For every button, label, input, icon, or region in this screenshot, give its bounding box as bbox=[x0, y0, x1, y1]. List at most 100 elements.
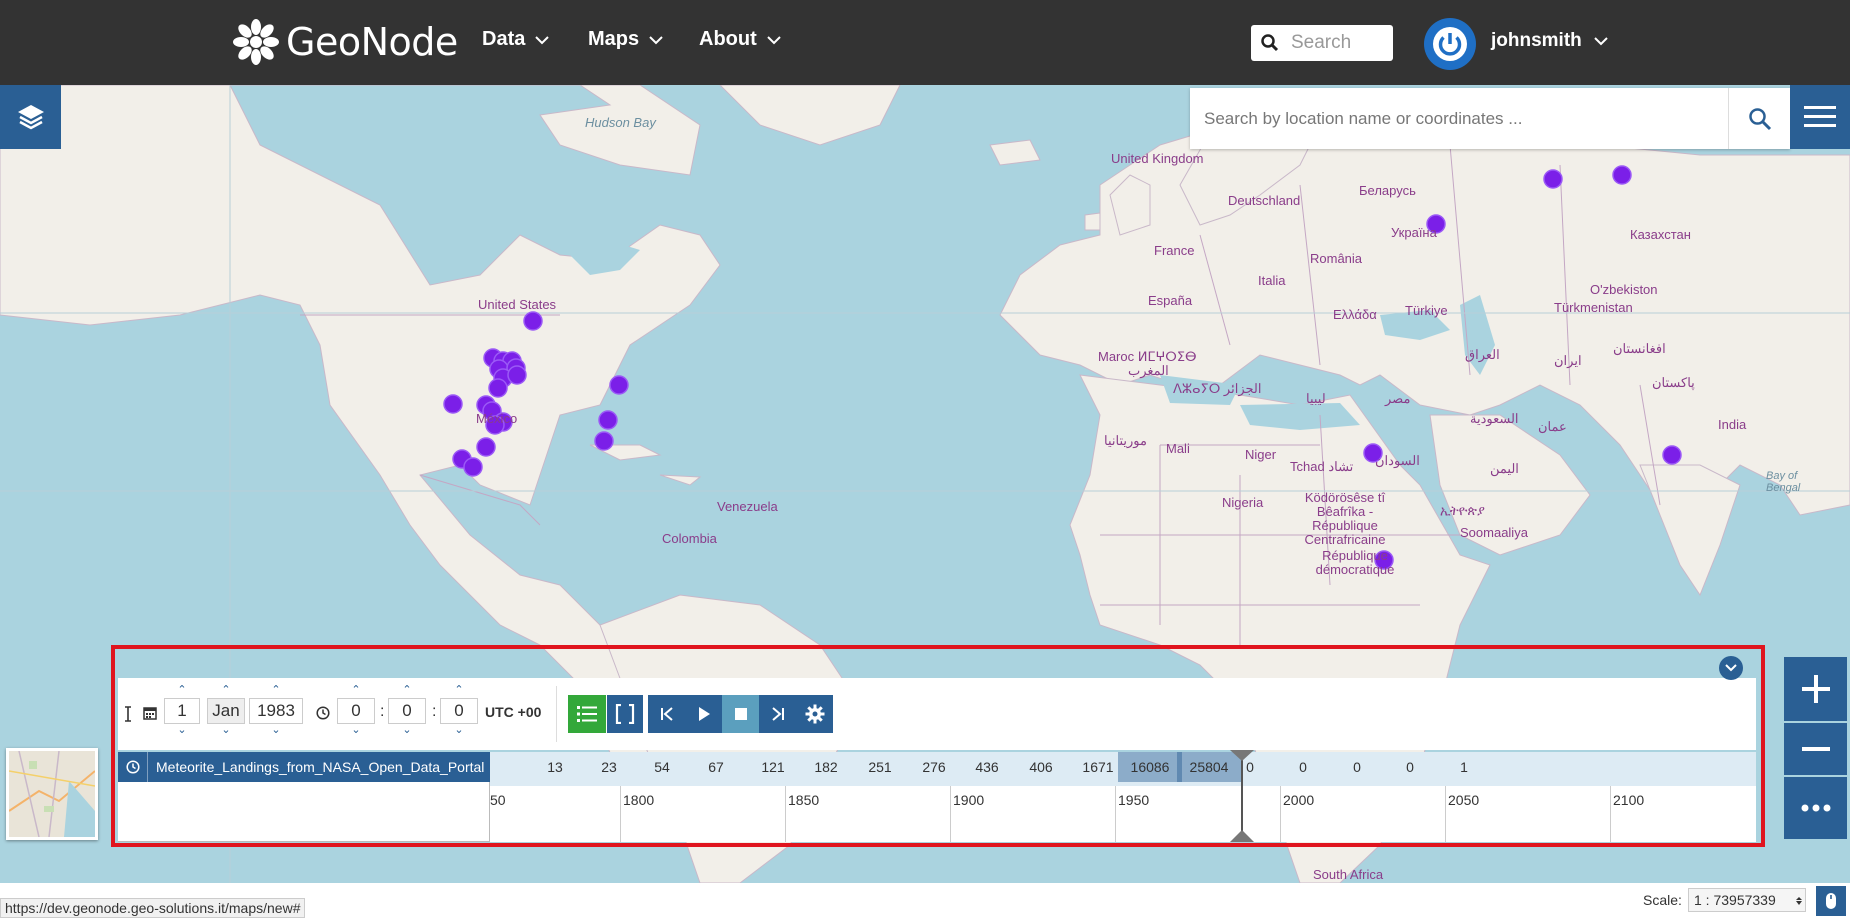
layers-icon bbox=[17, 105, 44, 130]
chevron-down-icon bbox=[649, 35, 663, 44]
axis-tick-label: 1800 bbox=[623, 792, 655, 808]
map-label-venezuela: Venezuela bbox=[717, 499, 778, 514]
collapse-timeline-button[interactable] bbox=[1719, 656, 1743, 680]
geonode-logo[interactable]: GeoNode bbox=[232, 14, 458, 70]
map-label-bay-of-bengal: Bay of Bengal bbox=[1766, 470, 1801, 494]
minutes-stepper: ⌃ 0 ⌄ bbox=[388, 684, 426, 738]
location-search-button[interactable] bbox=[1728, 88, 1790, 149]
timeline-toolbar: ⌃ 1 ⌄ ⌃ Jan ⌄ ⌃ 1983 ⌄ ⌃ 0 ⌄ : ⌃ 0 ⌄ : ⌃… bbox=[118, 678, 1756, 750]
hours-up-arrow[interactable]: ⌃ bbox=[351, 684, 360, 698]
map-label-italia: Italia bbox=[1258, 273, 1286, 288]
month-down-arrow[interactable]: ⌄ bbox=[221, 724, 230, 738]
minutes-up-arrow[interactable]: ⌃ bbox=[402, 684, 411, 698]
cursor-bottom-handle[interactable] bbox=[1230, 830, 1254, 842]
seconds-field[interactable]: 0 bbox=[440, 698, 478, 724]
map-label-mexico: México bbox=[476, 411, 518, 426]
scale-label: Scale: bbox=[1643, 892, 1682, 908]
map-label-uzbekistan: O'zbekiston bbox=[1590, 282, 1658, 297]
map-label-algerie: ⴷⵣⴰⵢⵔ الجزائر bbox=[1173, 381, 1262, 396]
scale-select[interactable]: 1 : 73957339 bbox=[1688, 888, 1806, 912]
hamburger-icon bbox=[1804, 106, 1836, 127]
zoom-in-button[interactable] bbox=[1784, 657, 1847, 721]
map-label-turkmenistan: Türkmenistan bbox=[1554, 300, 1633, 315]
nav-about-label: About bbox=[699, 28, 757, 50]
overview-minimap[interactable] bbox=[6, 748, 98, 840]
time-separator: : bbox=[380, 703, 385, 720]
map-label-kazakhstan: Казахстан bbox=[1630, 227, 1691, 242]
nav-data-menu[interactable]: Data bbox=[482, 28, 550, 51]
layers-toggle-button[interactable] bbox=[0, 85, 61, 149]
timeline-layer-row[interactable]: Meteorite_Landings_from_NASA_Open_Data_P… bbox=[118, 752, 490, 782]
map-label-ethiopia: ኢትዮጵያ bbox=[1440, 503, 1485, 518]
playback-settings-button[interactable] bbox=[796, 695, 833, 733]
zoom-out-button[interactable] bbox=[1784, 723, 1847, 775]
timeline-axis[interactable]: 50 1800 1850 1900 1950 2000 2050 2100 bbox=[490, 786, 1756, 842]
map-label-libya: ليبيا bbox=[1306, 391, 1326, 406]
step-forward-button[interactable] bbox=[759, 695, 796, 733]
navbar-search-input[interactable]: Search bbox=[1251, 25, 1393, 61]
nav-about-menu[interactable]: About bbox=[699, 28, 781, 51]
seconds-stepper: ⌃ 0 ⌄ bbox=[440, 684, 478, 738]
more-options-button[interactable] bbox=[1784, 777, 1847, 839]
month-field[interactable]: Jan bbox=[207, 698, 245, 724]
seconds-down-arrow[interactable]: ⌄ bbox=[454, 724, 463, 738]
minutes-field[interactable]: 0 bbox=[388, 698, 426, 724]
timeline-body: Meteorite_Landings_from_NASA_Open_Data_P… bbox=[118, 752, 1756, 842]
seconds-up-arrow[interactable]: ⌃ bbox=[454, 684, 463, 698]
minus-icon bbox=[1801, 747, 1830, 751]
mouse-icon bbox=[1826, 893, 1836, 909]
day-field[interactable]: 1 bbox=[164, 698, 200, 724]
user-avatar[interactable] bbox=[1424, 18, 1476, 70]
year-up-arrow[interactable]: ⌃ bbox=[271, 684, 280, 698]
map-label-india: India bbox=[1718, 417, 1747, 432]
month-up-arrow[interactable]: ⌃ bbox=[221, 684, 230, 698]
map-label-sudan: السودان bbox=[1375, 453, 1420, 468]
day-up-arrow[interactable]: ⌃ bbox=[177, 684, 186, 698]
day-down-arrow[interactable]: ⌄ bbox=[177, 724, 186, 738]
year-field[interactable]: 1983 bbox=[249, 698, 303, 724]
play-button[interactable] bbox=[685, 695, 722, 733]
user-menu[interactable]: johnsmith bbox=[1491, 30, 1608, 52]
histogram-count: 67 bbox=[708, 759, 724, 775]
map-label-afghanistan: افغانستان bbox=[1613, 341, 1666, 356]
navbar-search-placeholder: Search bbox=[1291, 32, 1352, 53]
time-separator: : bbox=[432, 703, 437, 720]
burger-menu-button[interactable] bbox=[1790, 85, 1850, 149]
range-selection-button[interactable] bbox=[607, 695, 643, 733]
map-label-maghreb: المغرب bbox=[1128, 363, 1169, 378]
chevron-down-icon bbox=[1725, 664, 1737, 672]
text-cursor-icon bbox=[125, 706, 131, 722]
cursor-top-handle[interactable] bbox=[1230, 750, 1254, 762]
step-forward-icon bbox=[771, 707, 784, 721]
map-label-united-states: United States bbox=[478, 297, 557, 312]
time-layer-icon-cell bbox=[118, 752, 148, 782]
stop-button[interactable] bbox=[722, 695, 759, 733]
nav-data-label: Data bbox=[482, 28, 526, 50]
axis-tick-label: 2050 bbox=[1448, 792, 1480, 808]
nav-maps-menu[interactable]: Maps bbox=[588, 28, 663, 51]
search-icon bbox=[1261, 34, 1279, 52]
calendar-icon bbox=[143, 707, 157, 720]
year-down-arrow[interactable]: ⌄ bbox=[271, 724, 280, 738]
toggle-layer-list-button[interactable] bbox=[568, 695, 606, 733]
axis-tick bbox=[620, 786, 621, 842]
map-label-espana: España bbox=[1148, 293, 1193, 308]
timezone-label: UTC +00 bbox=[485, 704, 542, 720]
current-time-cursor[interactable] bbox=[1241, 752, 1243, 842]
location-search-input[interactable] bbox=[1204, 106, 1724, 132]
axis-tick-label: 50 bbox=[490, 792, 506, 808]
minutes-down-arrow[interactable]: ⌄ bbox=[402, 724, 411, 738]
hours-down-arrow[interactable]: ⌄ bbox=[351, 724, 360, 738]
step-backward-button[interactable] bbox=[648, 695, 685, 733]
axis-tick-label: 1850 bbox=[788, 792, 820, 808]
map-label-drc: République démocratique bbox=[1315, 548, 1395, 577]
map-label-saudi: السعودية bbox=[1470, 411, 1519, 426]
day-stepper: ⌃ 1 ⌄ bbox=[164, 684, 200, 738]
hours-field[interactable]: 0 bbox=[337, 698, 375, 724]
map-label-somaliland: Soomaaliya bbox=[1460, 525, 1528, 540]
mouse-position-button[interactable] bbox=[1816, 886, 1846, 916]
step-backward-icon bbox=[660, 707, 673, 721]
clock-icon bbox=[125, 760, 140, 774]
brand-name: GeoNode bbox=[286, 20, 458, 64]
link-url-tooltip: https://dev.geonode.geo-solutions.it/map… bbox=[0, 898, 306, 918]
